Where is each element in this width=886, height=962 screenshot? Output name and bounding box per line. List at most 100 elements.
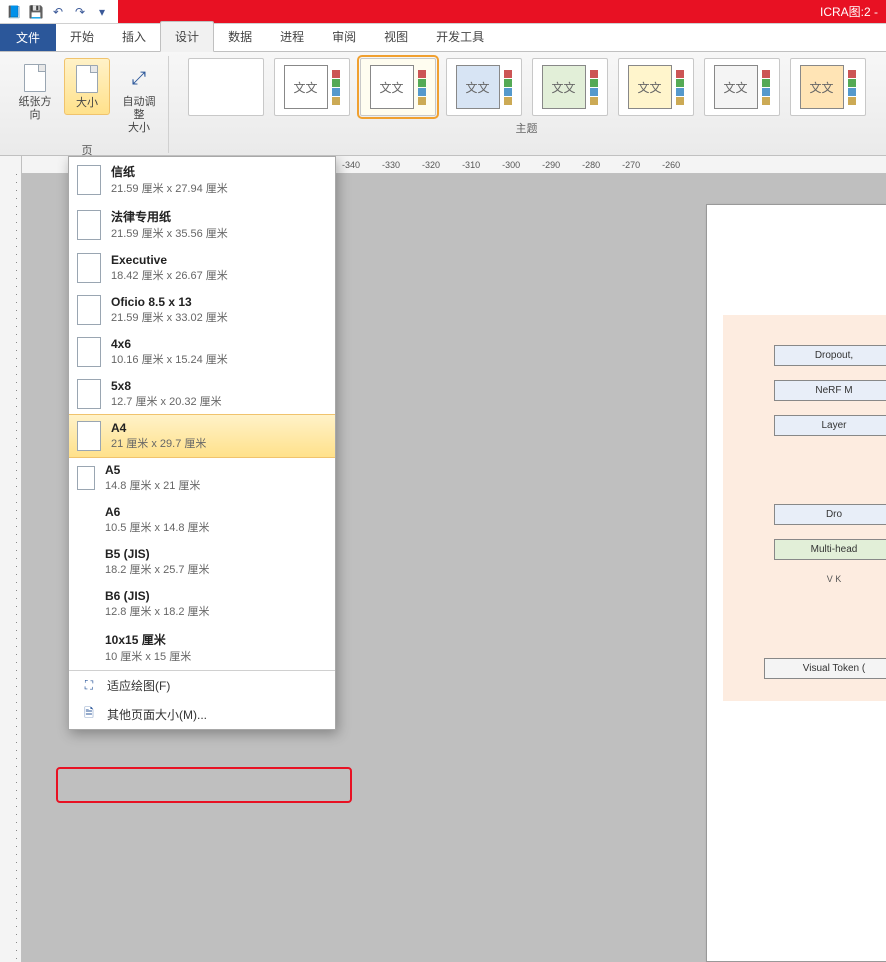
page-size-item[interactable]: 10x15 厘米10 厘米 x 15 厘米 [69,625,335,670]
save-button[interactable]: 💾 [26,2,46,22]
page-size-item[interactable]: 法律专用纸21.59 厘米 x 35.56 厘米 [69,202,335,247]
page-size-item[interactable]: A514.8 厘米 x 21 厘米 [69,457,335,499]
tab-view[interactable]: 视图 [370,22,422,51]
undo-button[interactable]: ↶ [48,2,68,22]
page-size-dim: 14.8 厘米 x 21 厘米 [105,477,325,493]
page-size-name: B6 (JIS) [105,589,325,603]
page-thumb-icon [77,165,101,195]
app-icon[interactable]: 📘 [4,2,24,22]
quick-access-toolbar: 📘 💾 ↶ ↷ ▾ [0,2,112,22]
page-size-item[interactable]: B5 (JIS)18.2 厘米 x 25.7 厘米 [69,541,335,583]
page-size-name: Executive [111,253,325,267]
more-page-sizes-item[interactable]: 🗎 其他页面大小(M)... [69,700,335,729]
diagram-block-visual-token: Visual Token ( [764,658,886,679]
tab-data[interactable]: 数据 [214,22,266,51]
page-icon [76,65,98,93]
tab-design[interactable]: 设计 [160,21,214,52]
page-thumb-icon [77,295,101,325]
page-size-dim: 12.8 厘米 x 18.2 厘米 [105,603,325,619]
page-size-item[interactable]: A421 厘米 x 29.7 厘米 [69,414,335,458]
orientation-button[interactable]: 纸张方向 [12,58,58,126]
theme-item-7[interactable]: 文文 [704,58,780,116]
theme-group: 文文 文文 文文 文文 文文 文文 [173,56,880,153]
page-size-item[interactable]: 5x812.7 厘米 x 20.32 厘米 [69,373,335,415]
diagram-block-dro: Dro [774,504,886,525]
tab-home[interactable]: 开始 [56,22,108,51]
page-size-name: 信纸 [111,163,325,180]
page-size-name: Oficio 8.5 x 13 [111,295,325,309]
page-size-item[interactable]: B6 (JIS)12.8 厘米 x 18.2 厘米 [69,583,335,625]
page-size-item[interactable]: 信纸21.59 厘米 x 27.94 厘米 [69,157,335,202]
annotation-highlight [56,767,352,803]
more-page-sizes-label: 其他页面大小(M)... [107,706,207,723]
vertical-ruler [0,156,22,962]
page-size-name: A5 [105,463,325,477]
diagram-block-layer: Layer [774,415,886,436]
diagram-vk-label: V K [731,574,886,584]
drawing-page[interactable]: Dropout, NeRF M Layer Dro Multi-head V K… [706,204,886,962]
theme-item-6[interactable]: 文文 [618,58,694,116]
page-size-dim: 21.59 厘米 x 35.56 厘米 [111,225,325,241]
qat-more-button[interactable]: ▾ [92,2,112,22]
theme-item-5[interactable]: 文文 [532,58,608,116]
fit-to-drawing-item[interactable]: ⛶ 适应绘图(F) [69,671,335,700]
page-thumb-icon [77,466,95,490]
page-thumb-icon [77,253,101,283]
theme-item-2[interactable]: 文文 [274,58,350,116]
theme-item-8[interactable]: 文文 [790,58,866,116]
canvas[interactable]: -350-340-330-320-310-300-290-280-270-260… [22,156,886,962]
tab-insert[interactable]: 插入 [108,22,160,51]
page-size-name: A6 [105,505,325,519]
page-icon [24,64,46,92]
theme-item-1[interactable] [188,58,264,116]
size-button[interactable]: 大小 [64,58,110,115]
orientation-label: 纸张方向 [14,96,56,122]
page-size-dim: 18.2 厘米 x 25.7 厘米 [105,561,325,577]
page-size-list[interactable]: 信纸21.59 厘米 x 27.94 厘米法律专用纸21.59 厘米 x 35.… [69,157,335,670]
page-size-name: B5 (JIS) [105,547,325,561]
autosize-label: 自动调整 大小 [118,96,160,136]
page-size-item[interactable]: A610.5 厘米 x 14.8 厘米 [69,499,335,541]
page-size-menu: 信纸21.59 厘米 x 27.94 厘米法律专用纸21.59 厘米 x 35.… [68,156,336,730]
fit-icon: ⛶ [81,678,97,694]
page-size-dim: 21.59 厘米 x 27.94 厘米 [111,180,325,196]
size-label: 大小 [76,97,98,110]
page-size-item[interactable]: Oficio 8.5 x 1321.59 厘米 x 33.02 厘米 [69,289,335,331]
ribbon-tabs: 文件 开始 插入 设计 数据 进程 审阅 视图 开发工具 [0,24,886,52]
page-size-name: A4 [111,421,325,435]
autosize-button[interactable]: ⤢ 自动调整 大小 [116,58,162,140]
file-tab[interactable]: 文件 [0,24,56,51]
page-size-name: 10x15 厘米 [105,631,325,648]
page-thumb-icon [77,210,101,240]
diagram-block-nerf: NeRF M [774,380,886,401]
tab-review[interactable]: 审阅 [318,22,370,51]
main-area: -350-340-330-320-310-300-290-280-270-260… [0,156,886,962]
page-size-item[interactable]: 4x610.16 厘米 x 15.24 厘米 [69,331,335,373]
page-size-name: 4x6 [111,337,325,351]
redo-button[interactable]: ↷ [70,2,90,22]
theme-item-3[interactable]: 文文 [360,58,436,116]
page-size-item[interactable]: Executive18.42 厘米 x 26.67 厘米 [69,247,335,289]
tab-devtools[interactable]: 开发工具 [422,22,498,51]
page-icon: 🗎 [81,707,97,723]
ribbon: 纸张方向 大小 ⤢ 自动调整 大小 页 文文 文文 文 [0,52,886,156]
title-text: ICRA图:2 - [118,0,886,23]
autosize-icon: ⤢ [126,65,152,91]
page-setup-group: 纸张方向 大小 ⤢ 自动调整 大小 页 [6,56,169,153]
page-size-dim: 10.5 厘米 x 14.8 厘米 [105,519,325,535]
page-size-name: 法律专用纸 [111,208,325,225]
tab-process[interactable]: 进程 [266,22,318,51]
theme-item-4[interactable]: 文文 [446,58,522,116]
page-size-dim: 18.42 厘米 x 26.67 厘米 [111,267,325,283]
diagram: Dropout, NeRF M Layer Dro Multi-head V K… [723,315,886,701]
page-size-dim: 21 厘米 x 29.7 厘米 [111,435,325,451]
page-size-dim: 10.16 厘米 x 15.24 厘米 [111,351,325,367]
diagram-block-multihead: Multi-head [774,539,886,560]
page-size-dim: 21.59 厘米 x 33.02 厘米 [111,309,325,325]
page-size-dim: 12.7 厘米 x 20.32 厘米 [111,393,325,409]
diagram-block-dropout: Dropout, [774,345,886,366]
theme-group-label: 主题 [516,120,538,136]
page-size-name: 5x8 [111,379,325,393]
page-thumb-icon [77,337,101,367]
page-thumb-icon [77,379,101,409]
